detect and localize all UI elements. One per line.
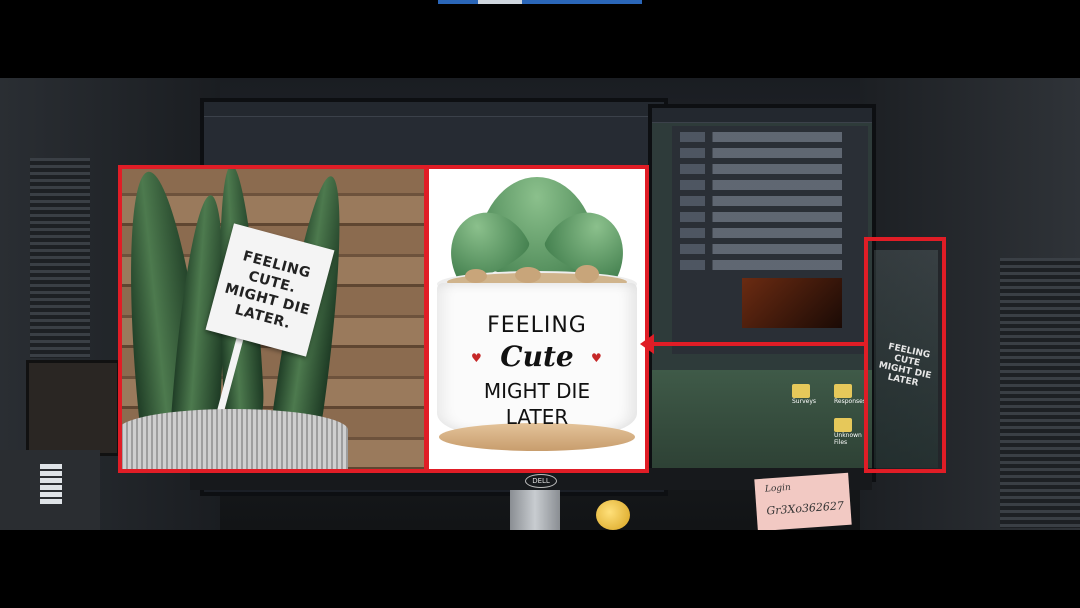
- right-cabinet: [1000, 258, 1080, 528]
- highlight-frame-left: [118, 165, 428, 473]
- monitor-stand: [510, 490, 560, 530]
- letterbox-bottom: [0, 530, 1080, 608]
- phone-key: [40, 464, 62, 469]
- letterbox-top: [0, 0, 1080, 78]
- right-monitor: Surveys Responses Unknown Files: [648, 104, 876, 482]
- chat-row: [680, 260, 860, 270]
- left-blinds: [30, 158, 90, 358]
- phone-key: [40, 478, 62, 483]
- chat-row: [680, 148, 860, 158]
- rubber-duck: [596, 500, 630, 530]
- folder-label: Responses: [834, 398, 866, 405]
- chat-image: [742, 278, 842, 328]
- chat-row: [680, 212, 860, 222]
- right-monitor-titlebar: [652, 108, 872, 123]
- phone-key: [40, 471, 62, 476]
- chat-row: [680, 180, 860, 190]
- highlight-arrow-line: [652, 342, 864, 346]
- chat-window: [672, 126, 868, 354]
- folder-icon: [834, 418, 852, 432]
- folder-surveys[interactable]: Surveys: [792, 384, 816, 405]
- chat-row: [680, 228, 860, 238]
- desktop-area: Surveys Responses Unknown Files: [652, 370, 872, 478]
- folder-responses[interactable]: Responses: [834, 384, 866, 405]
- sticky-note: Login Gr3Xo362627: [754, 472, 852, 530]
- left-monitor-titlebar: [204, 102, 664, 117]
- chat-row: [680, 196, 860, 206]
- chat-row: [680, 132, 860, 142]
- phone-key: [40, 492, 62, 497]
- chat-row: [680, 244, 860, 254]
- sticky-line-2: Gr3Xo362627: [766, 499, 845, 518]
- dell-logo: DELL: [525, 474, 557, 488]
- highlight-frame-right: [864, 237, 946, 473]
- top-tab-indicator-highlight: [478, 0, 522, 4]
- folder-label: Surveys: [792, 398, 816, 405]
- highlight-frame-center: [425, 165, 649, 473]
- folder-icon: [834, 384, 852, 398]
- sticky-line-1: Login: [764, 482, 792, 495]
- phone-key: [40, 485, 62, 490]
- folder-icon: [792, 384, 810, 398]
- phone-key: [40, 499, 62, 504]
- photo-frame: [26, 360, 120, 456]
- highlight-arrow-head: [640, 334, 654, 354]
- chat-row: [680, 164, 860, 174]
- top-tab-indicator: [438, 0, 642, 4]
- desk-phone: [0, 450, 100, 530]
